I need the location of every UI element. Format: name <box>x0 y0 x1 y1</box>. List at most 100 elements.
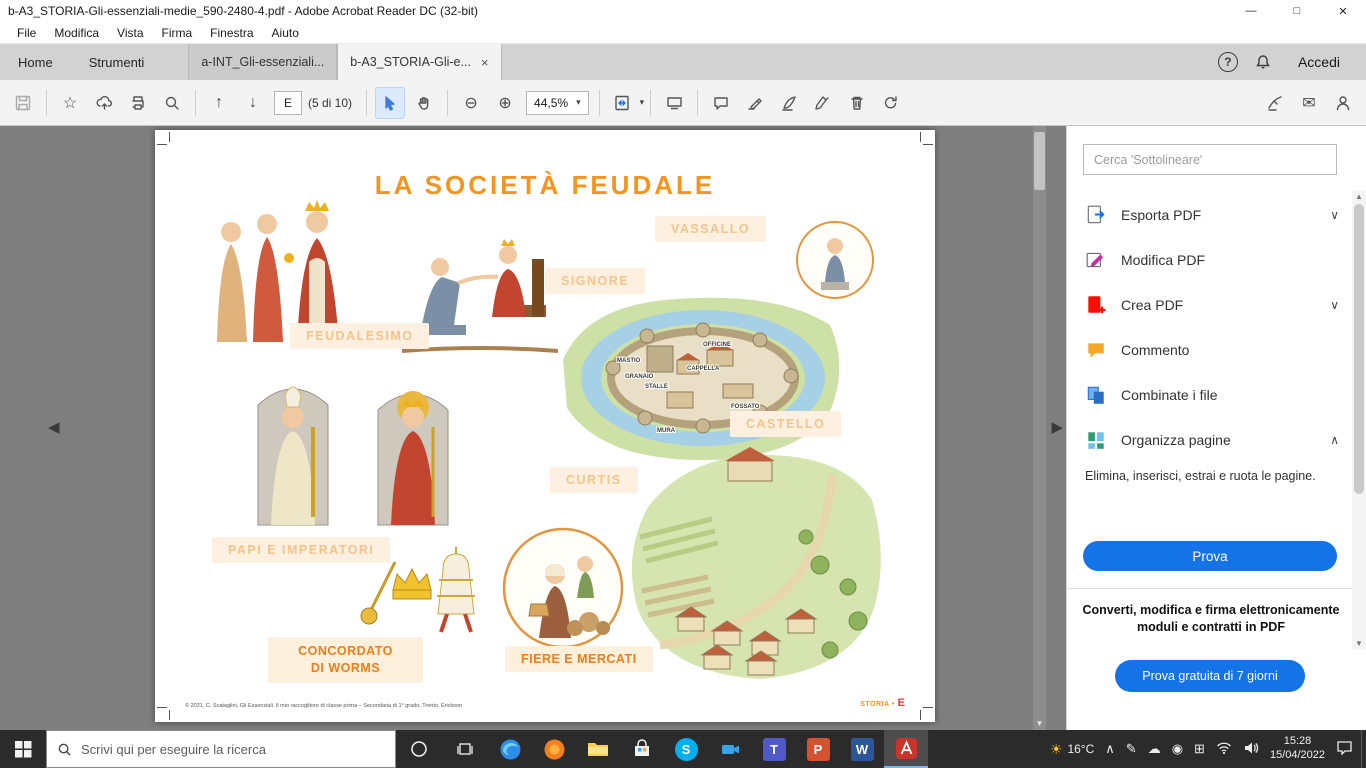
menu-aiuto[interactable]: Aiuto <box>263 22 308 44</box>
tools-panel: Esporta PDF ∨ Modifica PDF Crea PDF ∨ <box>1066 126 1366 730</box>
tab-home[interactable]: Home <box>0 44 71 80</box>
document-scrollbar[interactable]: ▼ <box>1033 126 1046 730</box>
tab-strumenti[interactable]: Strumenti <box>71 44 163 80</box>
tray-app-icon[interactable]: ◉ <box>1172 741 1183 757</box>
menu-finestra[interactable]: Finestra <box>201 22 262 44</box>
redo-icon[interactable] <box>876 87 906 119</box>
network-icon[interactable] <box>1216 741 1232 758</box>
document-tab-1[interactable]: a-INT_Gli-essenziali... <box>188 44 338 80</box>
edge-icon[interactable] <box>488 730 532 768</box>
taskbar-search-input[interactable]: Scrivi qui per eseguire la ricerca <box>46 730 396 768</box>
highlighter-icon[interactable] <box>740 87 770 119</box>
camera-icon[interactable] <box>708 730 752 768</box>
castello-illustration: MASTIO GRANAIO STALLE CAPPELLA OFFICINE … <box>563 297 840 461</box>
sign-quill-icon[interactable] <box>774 87 804 119</box>
previous-view-arrow[interactable]: ◀ <box>48 418 60 436</box>
prova-button[interactable]: Prova <box>1083 541 1337 571</box>
select-tool-icon[interactable] <box>375 86 406 119</box>
share-pen-icon[interactable] <box>1260 87 1290 119</box>
teams-icon[interactable]: T <box>752 730 796 768</box>
delete-pages-icon[interactable] <box>842 87 872 119</box>
menu-file[interactable]: File <box>8 22 45 44</box>
firefox-icon[interactable] <box>532 730 576 768</box>
label-signore: SIGNORE <box>545 268 646 294</box>
tool-combinate-file[interactable]: Combinate i file <box>1067 372 1353 417</box>
document-tab-2[interactable]: b-A3_STORIA-Gli-e... × <box>337 44 502 80</box>
toolbar: ☆ ↑ ↓ E (5 di 10) ⊖ ⊕ 44,5% ▾ ▾ ✉ <box>0 80 1366 126</box>
comment-icon[interactable] <box>706 87 736 119</box>
skype-icon[interactable]: S <box>664 730 708 768</box>
notifications-bell-icon[interactable] <box>1246 53 1280 71</box>
fill-sign-icon[interactable] <box>808 87 838 119</box>
tool-esporta-pdf[interactable]: Esporta PDF ∨ <box>1067 192 1353 237</box>
tool-crea-pdf[interactable]: Crea PDF ∨ <box>1067 282 1353 327</box>
tools-search-input[interactable] <box>1083 144 1337 175</box>
action-center-icon[interactable] <box>1336 740 1353 758</box>
profile-icon[interactable] <box>1328 87 1358 119</box>
tab-close-icon[interactable]: × <box>481 55 489 70</box>
poster-page-code-label: STORIA • <box>860 701 895 708</box>
accedi-button[interactable]: Accedi <box>1288 54 1350 70</box>
star-icon[interactable]: ☆ <box>55 87 85 119</box>
fit-caret-icon[interactable]: ▾ <box>640 97 645 108</box>
menu-modifica[interactable]: Modifica <box>45 22 108 44</box>
tool-label: Esporta PDF <box>1121 206 1202 223</box>
menu-firma[interactable]: Firma <box>153 22 202 44</box>
document-scrollbar-thumb[interactable] <box>1034 132 1045 190</box>
show-desktop-strip[interactable] <box>1361 730 1366 768</box>
curtis-illustration <box>631 447 881 679</box>
task-view-icon[interactable] <box>442 730 488 768</box>
print-icon[interactable] <box>123 87 153 119</box>
scroll-down-icon[interactable]: ▼ <box>1033 719 1046 728</box>
volume-icon[interactable] <box>1243 741 1259 758</box>
file-explorer-icon[interactable] <box>576 730 620 768</box>
tool-modifica-pdf[interactable]: Modifica PDF <box>1067 237 1353 282</box>
hand-tool-icon[interactable] <box>409 87 439 119</box>
maximize-button[interactable]: □ <box>1274 0 1320 22</box>
tray-expand-icon[interactable]: ∧ <box>1105 741 1115 757</box>
trial-button[interactable]: Prova gratuita di 7 giorni <box>1115 660 1305 692</box>
chevron-up-icon[interactable]: ∧ <box>1330 433 1339 447</box>
page-number-input[interactable]: E <box>274 90 302 115</box>
cloud-upload-icon[interactable] <box>89 87 119 119</box>
start-button[interactable] <box>0 730 46 768</box>
tray-pen-icon[interactable]: ✎ <box>1126 741 1137 757</box>
panel-scrollbar-thumb[interactable] <box>1354 204 1364 494</box>
powerpoint-icon[interactable]: P <box>796 730 840 768</box>
cortana-icon[interactable] <box>396 730 442 768</box>
document-tab-1-label: a-INT_Gli-essenziali... <box>201 55 325 69</box>
tool-commento[interactable]: Commento <box>1067 327 1353 372</box>
save-icon[interactable] <box>8 87 38 119</box>
store-icon[interactable] <box>620 730 664 768</box>
chevron-down-icon[interactable]: ∨ <box>1330 298 1339 312</box>
zoom-level-select[interactable]: 44,5% ▾ <box>526 90 589 115</box>
panel-scroll-down-icon[interactable]: ▼ <box>1352 639 1366 648</box>
acrobat-icon[interactable] <box>884 730 928 768</box>
comment-tool-icon <box>1085 339 1107 361</box>
search-icon[interactable] <box>157 87 187 119</box>
fiere-mercati-illustration <box>502 527 624 649</box>
fit-width-icon[interactable] <box>608 87 638 119</box>
menu-vista[interactable]: Vista <box>108 22 152 44</box>
minimize-button[interactable]: — <box>1228 0 1274 22</box>
tool-organizza-pagine[interactable]: Organizza pagine ∧ <box>1067 417 1353 462</box>
tray-language-icon[interactable]: ⊞ <box>1194 741 1205 757</box>
tabbar: Home Strumenti a-INT_Gli-essenziali... b… <box>0 44 1366 80</box>
tray-onedrive-icon[interactable]: ☁ <box>1148 741 1161 757</box>
close-button[interactable]: ✕ <box>1320 0 1366 22</box>
previous-page-icon[interactable]: ↑ <box>204 87 234 119</box>
page-display-icon[interactable] <box>659 87 689 119</box>
help-icon[interactable]: ? <box>1217 52 1238 72</box>
panel-scrollbar[interactable]: ▲ ▼ <box>1352 190 1366 650</box>
panel-scroll-up-icon[interactable]: ▲ <box>1352 192 1366 201</box>
word-icon[interactable]: W <box>840 730 884 768</box>
next-page-icon[interactable]: ↓ <box>238 87 268 119</box>
next-view-arrow[interactable]: ▶ <box>1051 418 1063 436</box>
chevron-down-icon[interactable]: ∨ <box>1330 208 1339 222</box>
zoom-out-icon[interactable]: ⊖ <box>456 87 486 119</box>
weather-widget[interactable]: ☀ 16°C <box>1050 741 1094 758</box>
mail-icon[interactable]: ✉ <box>1294 87 1324 119</box>
page-count-label: (5 di 10) <box>308 95 353 110</box>
taskbar-clock[interactable]: 15:28 15/04/2022 <box>1270 735 1325 763</box>
zoom-in-icon[interactable]: ⊕ <box>490 87 520 119</box>
